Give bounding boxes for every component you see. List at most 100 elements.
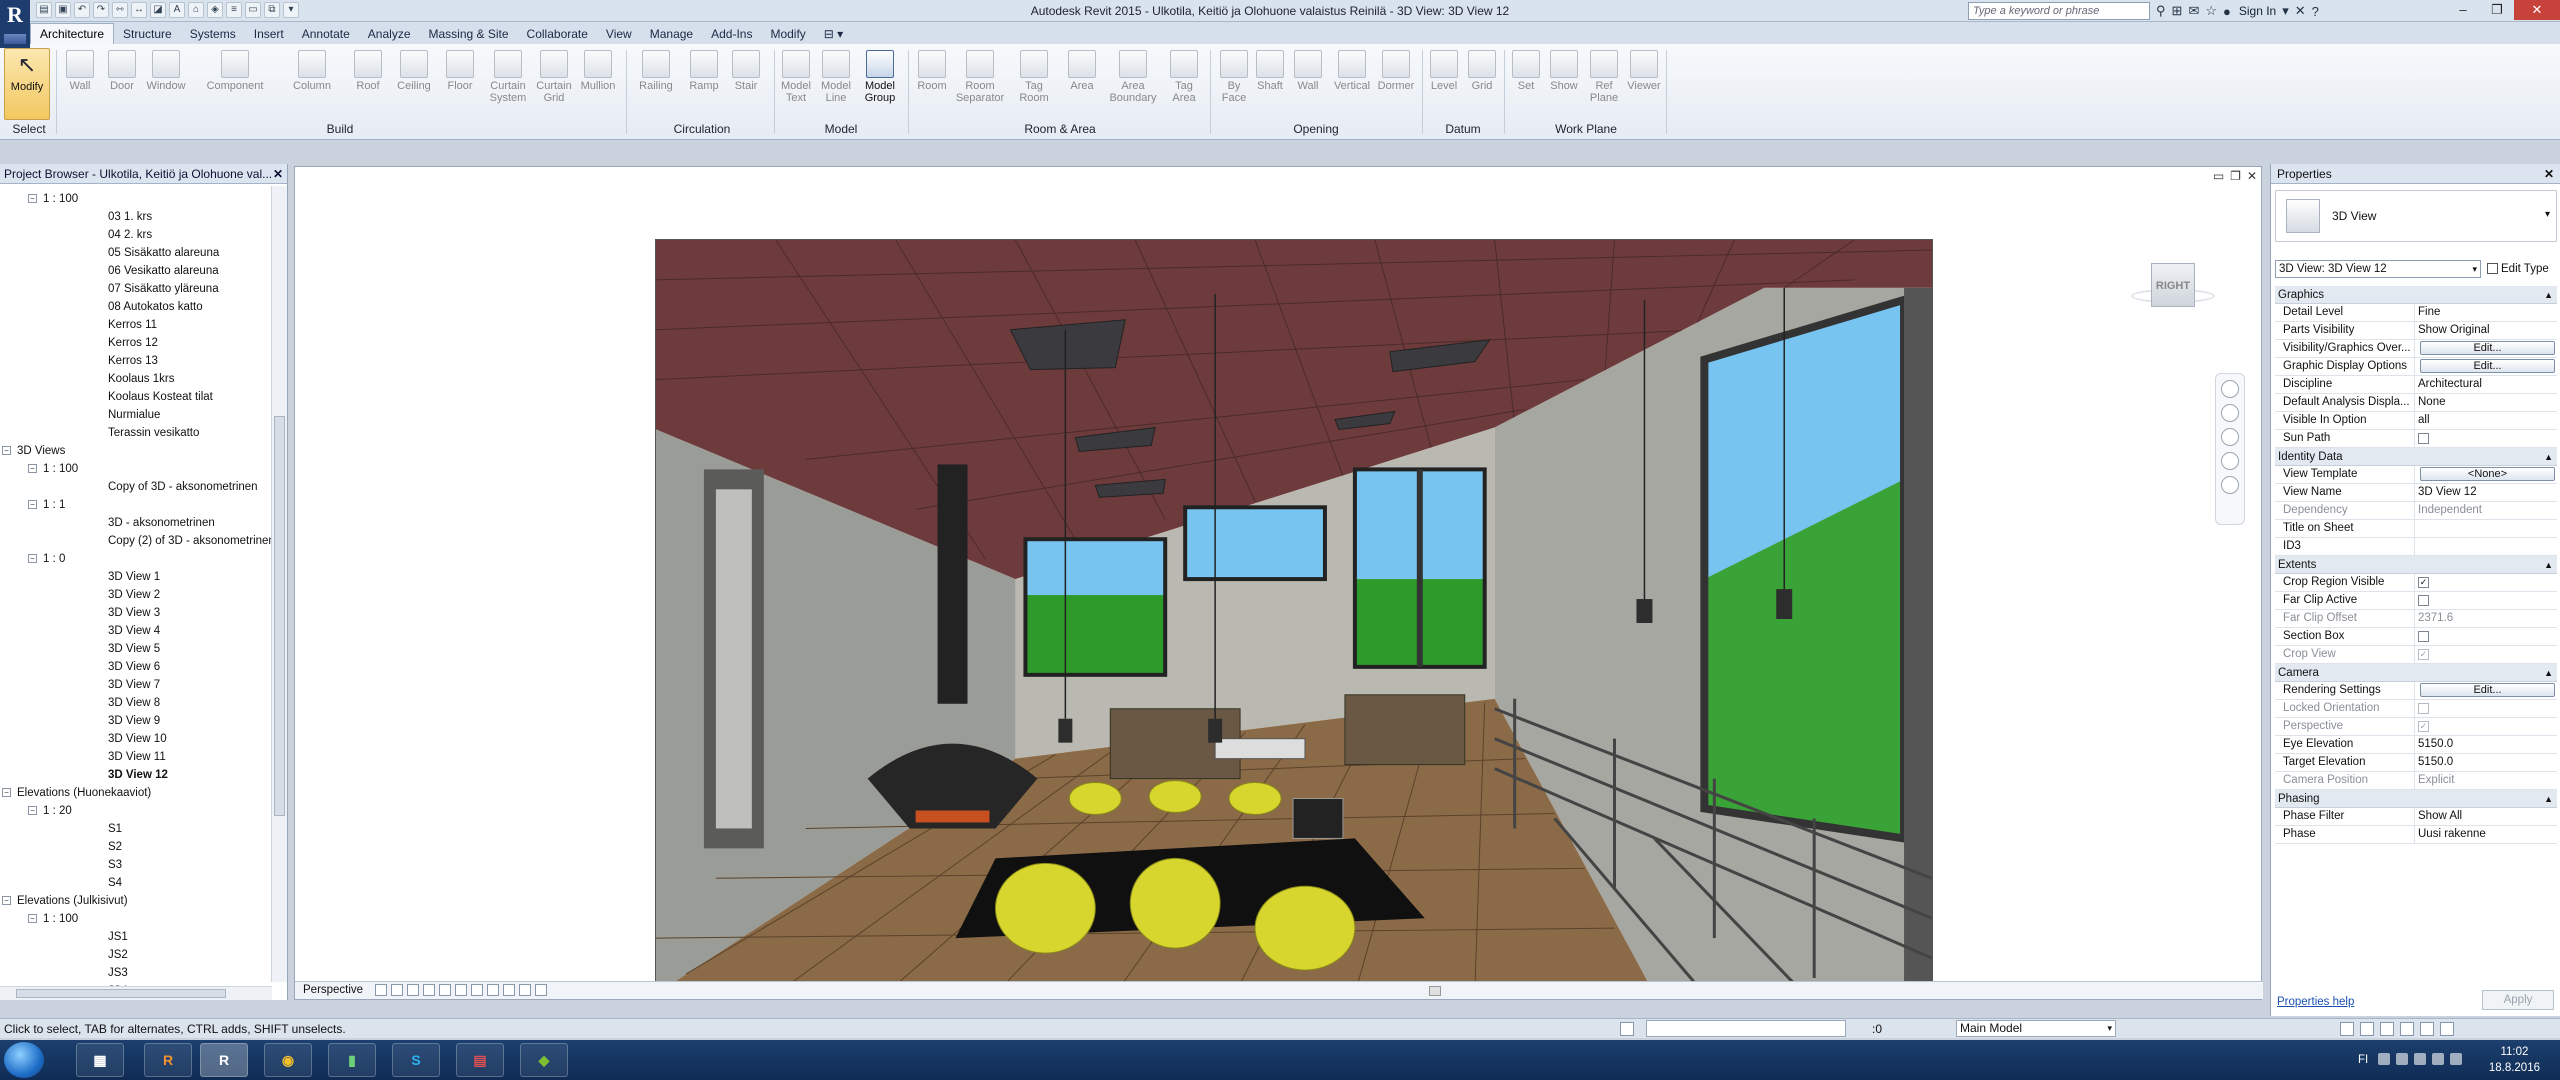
property-value[interactable]: Edit... bbox=[2415, 340, 2557, 357]
type-selector[interactable]: 3D View ▾ bbox=[2275, 190, 2557, 242]
tree-item[interactable]: 04 2. krs bbox=[108, 226, 152, 244]
worksets-icon[interactable] bbox=[1620, 1022, 1634, 1036]
tree-collapse-icon[interactable]: − bbox=[28, 194, 37, 204]
tree-item[interactable]: 06 Vesikatto alareuna bbox=[108, 262, 219, 280]
measure-icon[interactable]: ⇿ bbox=[112, 2, 128, 18]
tree-item[interactable]: Koolaus Kosteat tilat bbox=[108, 388, 213, 406]
tree-collapse-icon[interactable]: − bbox=[28, 500, 37, 510]
tree-item[interactable]: 05 Sisäkatto alareuna bbox=[108, 244, 219, 262]
active-workset-select[interactable] bbox=[1646, 1020, 1846, 1037]
tree-item[interactable]: −1 : 1 bbox=[28, 496, 65, 514]
property-value[interactable]: ✓ bbox=[2415, 574, 2557, 591]
language-indicator[interactable]: FI bbox=[2358, 1054, 2368, 1066]
tag-area-button[interactable]: Tag Area bbox=[1164, 48, 1204, 118]
tab-structure[interactable]: Structure bbox=[114, 24, 181, 44]
property-value[interactable]: Fine bbox=[2415, 304, 2557, 321]
by-face-button[interactable]: By Face bbox=[1214, 48, 1254, 118]
show-button[interactable]: Show bbox=[1544, 48, 1584, 118]
chevron-down-icon[interactable]: ▾ bbox=[2282, 3, 2289, 19]
network-icon[interactable] bbox=[2396, 1053, 2408, 1065]
tree-item[interactable]: −1 : 100 bbox=[28, 910, 78, 928]
save-icon[interactable]: ▣ bbox=[55, 2, 71, 18]
tree-item[interactable]: −1 : 0 bbox=[28, 550, 65, 568]
door-button[interactable]: Door bbox=[102, 48, 142, 118]
file-explorer-icon[interactable]: ▦ bbox=[76, 1043, 124, 1077]
column-button[interactable]: Column bbox=[290, 48, 334, 118]
sign-in-link[interactable]: Sign In bbox=[2239, 4, 2276, 18]
help-icon[interactable]: ? bbox=[2312, 4, 2319, 19]
tree-collapse-icon[interactable]: − bbox=[2, 896, 11, 906]
tree-item[interactable]: − Elevations (Julkisivut) bbox=[2, 892, 128, 910]
property-value[interactable]: Show All bbox=[2415, 808, 2557, 825]
search-input[interactable]: Type a keyword or phrase bbox=[1968, 2, 2150, 20]
property-value[interactable]: 5150.0 bbox=[2415, 754, 2557, 771]
select-links-icon[interactable] bbox=[2340, 1022, 2354, 1036]
property-checkbox[interactable]: ✓ bbox=[2418, 577, 2429, 588]
clock[interactable]: 11:02 18.8.2016 bbox=[2489, 1044, 2540, 1076]
properties-section[interactable]: Graphics ▲ bbox=[2275, 286, 2557, 304]
minimize-view-icon[interactable]: ▭ bbox=[2213, 169, 2224, 183]
start-button[interactable] bbox=[4, 1042, 44, 1078]
tab-systems[interactable]: Systems bbox=[181, 24, 245, 44]
property-edit-button[interactable]: Edit... bbox=[2420, 683, 2555, 697]
floor-button[interactable]: Floor bbox=[440, 48, 480, 118]
scrollbar-thumb[interactable] bbox=[16, 989, 226, 998]
property-checkbox[interactable] bbox=[2418, 433, 2429, 444]
tab-manage[interactable]: Manage bbox=[641, 24, 702, 44]
tree-item[interactable]: JS1 bbox=[108, 928, 128, 946]
tree-item[interactable]: Terassin vesikatto bbox=[108, 424, 199, 442]
orbit-icon[interactable] bbox=[2221, 452, 2239, 470]
properties-help-link[interactable]: Properties help bbox=[2277, 996, 2354, 1008]
crop-view-icon[interactable] bbox=[455, 984, 467, 996]
tab-view[interactable]: View bbox=[597, 24, 641, 44]
minimize-icon[interactable]: – bbox=[2446, 0, 2480, 20]
room-button[interactable]: Room bbox=[912, 48, 952, 118]
subscription-icon[interactable]: ⊞ bbox=[2172, 3, 2183, 19]
tree-collapse-icon[interactable]: − bbox=[28, 806, 37, 816]
zoom-icon[interactable] bbox=[2221, 404, 2239, 422]
wall-button[interactable]: Wall bbox=[60, 48, 100, 118]
property-value[interactable]: Architectural bbox=[2415, 376, 2557, 393]
properties-section[interactable]: Phasing ▲ bbox=[2275, 790, 2557, 808]
tab-annotate[interactable]: Annotate bbox=[293, 24, 359, 44]
set-button[interactable]: Set bbox=[1506, 48, 1546, 118]
design-option-select[interactable]: Main Model ▾ bbox=[1956, 1020, 2116, 1037]
revit-blue-icon[interactable]: R bbox=[200, 1043, 248, 1077]
wall-opening-button[interactable]: Wall bbox=[1288, 48, 1328, 118]
mullion-button[interactable]: Mullion bbox=[576, 48, 620, 118]
ref-plane-button[interactable]: Ref Plane bbox=[1584, 48, 1624, 118]
tree-item[interactable]: S1 bbox=[108, 820, 122, 838]
railing-button[interactable]: Railing bbox=[636, 48, 676, 118]
lock-view-icon[interactable] bbox=[487, 984, 499, 996]
tree-item[interactable]: 3D View 10 bbox=[108, 730, 167, 748]
tree-item[interactable]: JS2 bbox=[108, 946, 128, 964]
stair-button[interactable]: Stair bbox=[726, 48, 766, 118]
close-icon[interactable]: ✕ bbox=[273, 164, 283, 183]
property-value[interactable] bbox=[2415, 430, 2557, 447]
property-value[interactable]: 5150.0 bbox=[2415, 736, 2557, 753]
reveal-hidden-icon[interactable] bbox=[519, 984, 531, 996]
property-value[interactable]: None bbox=[2415, 394, 2557, 411]
modify-button[interactable]: ↖ Modify bbox=[4, 48, 50, 120]
property-checkbox[interactable] bbox=[2418, 631, 2429, 642]
crop-region-icon[interactable] bbox=[471, 984, 483, 996]
property-value[interactable]: Edit... bbox=[2415, 358, 2557, 375]
property-edit-button[interactable]: <None> bbox=[2420, 467, 2555, 481]
tree-item[interactable]: 3D View 5 bbox=[108, 640, 160, 658]
select-by-face-icon[interactable] bbox=[2400, 1022, 2414, 1036]
chevron-down-icon[interactable]: ▾ bbox=[2545, 209, 2550, 220]
navbar-options-icon[interactable] bbox=[2221, 476, 2239, 494]
ceiling-button[interactable]: Ceiling bbox=[392, 48, 436, 118]
viewcube-face[interactable]: RIGHT bbox=[2151, 263, 2195, 307]
tree-item[interactable]: Copy of 3D - aksonometrinen bbox=[108, 478, 258, 496]
room-separator-button[interactable]: Room Separator bbox=[954, 48, 1006, 118]
dormer-button[interactable]: Dormer bbox=[1374, 48, 1418, 118]
tree-item[interactable]: 03 1. krs bbox=[108, 208, 152, 226]
tab-architecture[interactable]: Architecture bbox=[30, 23, 115, 44]
revit-logo-icon[interactable]: R bbox=[0, 0, 30, 48]
tree-item[interactable]: − Elevations (Huonekaaviot) bbox=[2, 784, 151, 802]
property-value[interactable] bbox=[2415, 628, 2557, 645]
tab-insert[interactable]: Insert bbox=[245, 24, 293, 44]
tree-item[interactable]: S2 bbox=[108, 838, 122, 856]
tab-collaborate[interactable]: Collaborate bbox=[518, 24, 597, 44]
